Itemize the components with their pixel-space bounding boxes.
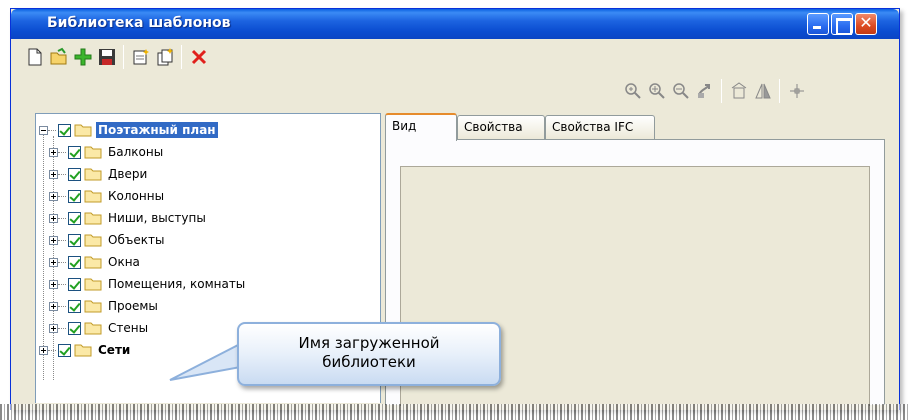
tree-item[interactable]: Балконы bbox=[49, 141, 165, 163]
expand-icon[interactable] bbox=[39, 345, 48, 355]
tab-view-label: Вид bbox=[392, 119, 417, 133]
tab-properties-label: Свойства bbox=[464, 120, 523, 134]
checkbox[interactable] bbox=[68, 167, 81, 181]
folder-icon bbox=[84, 256, 102, 269]
tab-ifc-properties-label: Свойства IFC bbox=[552, 120, 634, 134]
tree-item[interactable]: Двери bbox=[49, 163, 149, 185]
folder-icon bbox=[84, 278, 102, 291]
tree-item-label: Объекты bbox=[108, 233, 165, 247]
expand-icon[interactable] bbox=[49, 191, 58, 201]
copy-template-icon[interactable] bbox=[155, 47, 175, 67]
tab-ifc-properties[interactable]: Свойства IFC bbox=[545, 115, 655, 139]
expand-icon[interactable] bbox=[49, 279, 58, 289]
tab-view[interactable]: Вид bbox=[385, 113, 457, 141]
checkbox[interactable] bbox=[68, 189, 81, 203]
folder-icon bbox=[74, 344, 92, 357]
collapse-icon[interactable] bbox=[39, 125, 48, 135]
folder-icon bbox=[84, 300, 102, 313]
expand-icon[interactable] bbox=[49, 323, 58, 333]
tree-item[interactable]: Помещения, комнаты bbox=[49, 273, 247, 295]
zoom-all-icon[interactable] bbox=[623, 81, 643, 101]
tree-root-item[interactable]: Поэтажный план bbox=[39, 119, 218, 141]
tree-item[interactable]: Ниши, выступы bbox=[49, 207, 208, 229]
callout-note: Имя загруженной библиотеки bbox=[237, 322, 501, 386]
tree-item-label: Окна bbox=[108, 255, 140, 269]
close-icon: ✕ bbox=[859, 13, 873, 32]
pan-icon[interactable] bbox=[695, 81, 715, 101]
expand-icon[interactable] bbox=[49, 169, 58, 179]
tree-item-label: Колонны bbox=[108, 189, 165, 203]
tree-item-label: Стены bbox=[108, 321, 149, 335]
checkbox[interactable] bbox=[68, 277, 81, 291]
checkbox[interactable] bbox=[68, 299, 81, 313]
new-template-icon[interactable] bbox=[131, 47, 151, 67]
checkbox-root[interactable] bbox=[58, 123, 71, 137]
tree-item-label: Проемы bbox=[108, 299, 158, 313]
tree-item[interactable]: Стены bbox=[49, 317, 150, 339]
folder-icon bbox=[84, 212, 102, 225]
checkbox-second-root[interactable] bbox=[58, 343, 71, 357]
title-bar[interactable]: Библиотека шаблонов ✕ bbox=[11, 9, 899, 39]
tree-item-label: Ниши, выступы bbox=[108, 211, 206, 225]
expand-icon[interactable] bbox=[49, 213, 58, 223]
zoom-out-icon[interactable] bbox=[671, 81, 691, 101]
checkbox[interactable] bbox=[68, 321, 81, 335]
tree-item-label: Двери bbox=[108, 167, 148, 181]
delete-icon[interactable] bbox=[189, 47, 209, 67]
tree-item[interactable]: Объекты bbox=[49, 229, 166, 251]
checkbox[interactable] bbox=[68, 211, 81, 225]
tree-second-root-item[interactable]: Сети bbox=[39, 339, 132, 361]
screenshot-torn-edge bbox=[0, 404, 908, 420]
new-icon[interactable] bbox=[25, 47, 45, 67]
rotate-view-icon[interactable] bbox=[729, 81, 749, 101]
folder-icon bbox=[84, 168, 102, 181]
folder-icon bbox=[84, 190, 102, 203]
tab-properties[interactable]: Свойства bbox=[457, 115, 545, 139]
callout-line-1: Имя загруженной bbox=[298, 334, 440, 352]
checkbox[interactable] bbox=[68, 145, 81, 159]
maximize-button[interactable] bbox=[831, 13, 853, 35]
tree-second-root-label: Сети bbox=[98, 343, 131, 357]
expand-icon[interactable] bbox=[49, 301, 58, 311]
open-icon[interactable] bbox=[49, 47, 69, 67]
tree-root-label: Поэтажный план bbox=[96, 122, 218, 138]
zoom-in-icon[interactable] bbox=[647, 81, 667, 101]
checkbox[interactable] bbox=[68, 233, 81, 247]
close-button[interactable]: ✕ bbox=[855, 13, 877, 35]
expand-icon[interactable] bbox=[49, 147, 58, 157]
tree-item-label: Помещения, комнаты bbox=[108, 277, 246, 291]
minimize-button[interactable] bbox=[807, 13, 829, 35]
tree-item[interactable]: Колонны bbox=[49, 185, 166, 207]
window-title: Библиотека шаблонов bbox=[47, 15, 231, 31]
callout-line-2: библиотеки bbox=[322, 353, 416, 371]
snap-icon[interactable] bbox=[787, 81, 807, 101]
expand-icon[interactable] bbox=[49, 257, 58, 267]
folder-icon bbox=[84, 146, 102, 159]
expand-icon[interactable] bbox=[49, 235, 58, 245]
mirror-icon[interactable] bbox=[753, 81, 773, 101]
tree-item[interactable]: Окна bbox=[49, 251, 142, 273]
add-icon[interactable] bbox=[73, 47, 93, 67]
tree-item[interactable]: Проемы bbox=[49, 295, 160, 317]
folder-open-icon bbox=[74, 124, 92, 137]
folder-icon bbox=[84, 234, 102, 247]
save-icon[interactable] bbox=[97, 47, 117, 67]
checkbox[interactable] bbox=[68, 255, 81, 269]
folder-icon bbox=[84, 322, 102, 335]
tree-item-label: Балконы bbox=[108, 145, 164, 159]
